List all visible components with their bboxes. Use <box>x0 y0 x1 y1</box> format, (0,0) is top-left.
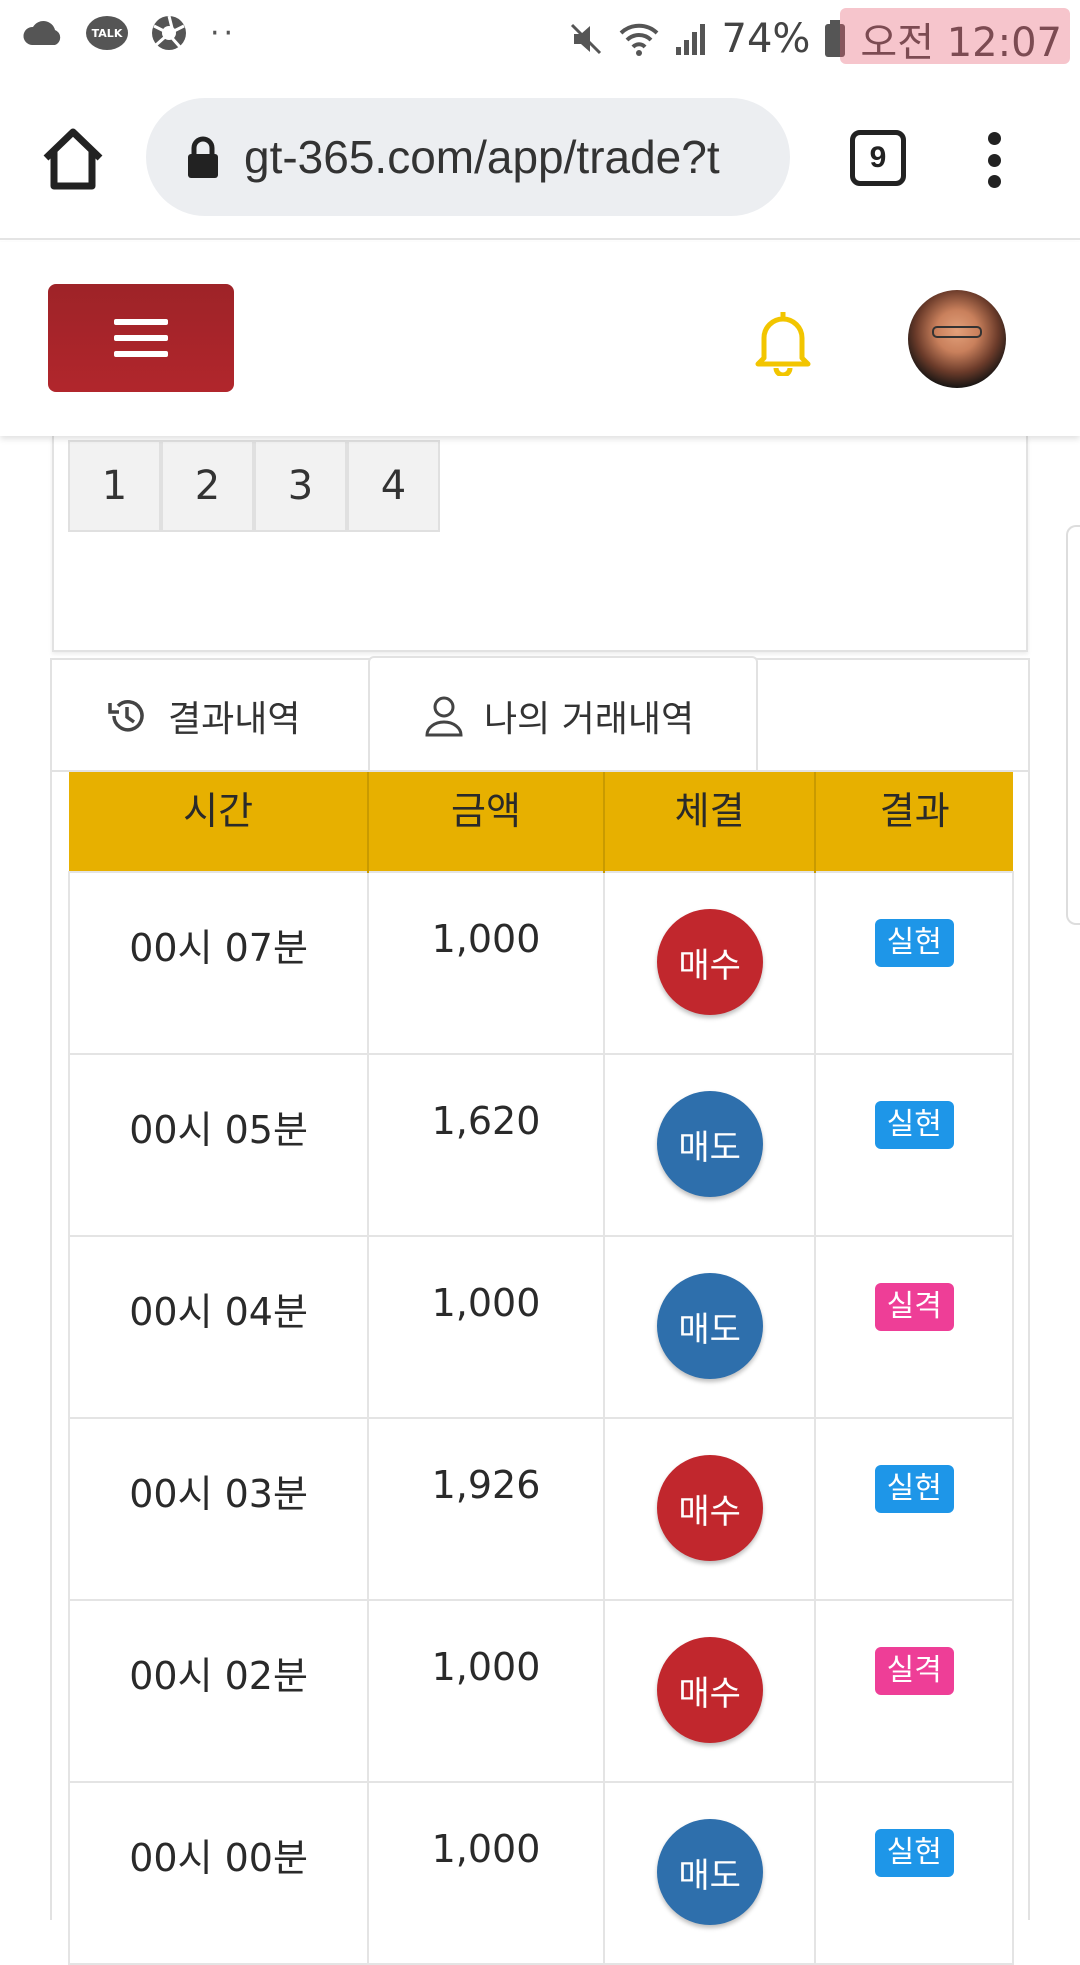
cloud-icon <box>23 21 61 45</box>
table-row: 00시 02분 1,000 매수 실격 <box>67 1599 1014 1783</box>
aperture-icon <box>152 15 186 50</box>
amount-cell: 1,000 <box>367 1599 605 1783</box>
result-cell: 실현 <box>814 871 1014 1055</box>
bell-icon[interactable] <box>752 308 814 376</box>
header-amount: 금액 <box>368 772 605 872</box>
execution-cell: 매수 <box>602 871 817 1055</box>
execution-cell: 매도 <box>602 1235 817 1419</box>
result-badge: 실현 <box>874 1829 954 1877</box>
result-cell: 실격 <box>814 1599 1014 1783</box>
menu-button[interactable] <box>48 284 234 392</box>
time-cell: 00시 00분 <box>67 1781 370 1965</box>
time-cell: 00시 02분 <box>67 1599 370 1783</box>
page-button[interactable]: 3 <box>254 440 347 532</box>
header-result: 결과 <box>815 772 1013 872</box>
result-badge: 실현 <box>874 1101 954 1149</box>
trade-history-table: 시간 금액 체결 결과 00시 07분 1,000 매수 실현 00시 05분 … <box>67 772 1014 1965</box>
wifi-icon <box>619 23 658 56</box>
time-cell: 00시 05분 <box>67 1053 370 1237</box>
buy-badge[interactable]: 매수 <box>656 1455 763 1561</box>
scrollbar[interactable] <box>1066 525 1080 925</box>
time-cell: 00시 03분 <box>67 1417 370 1601</box>
sell-badge[interactable]: 매도 <box>656 1273 763 1379</box>
amount-cell: 1,000 <box>367 1781 605 1965</box>
header-execution: 체결 <box>603 772 817 872</box>
table-row: 00시 04분 1,000 매도 실격 <box>67 1235 1014 1419</box>
result-cell: 실격 <box>814 1235 1014 1419</box>
page-button[interactable]: 4 <box>347 440 440 532</box>
user-icon <box>425 696 463 737</box>
lock-icon[interactable] <box>186 135 220 179</box>
result-badge: 실현 <box>874 1465 954 1513</box>
url-text[interactable]: gt-365.com/app/trade?t <box>244 130 720 184</box>
buy-badge[interactable]: 매수 <box>656 1637 763 1743</box>
result-badge: 실현 <box>874 919 954 967</box>
time-cell: 00시 04분 <box>67 1235 370 1419</box>
more-notifications: ·· <box>210 15 238 51</box>
tab-results[interactable]: 결과내역 <box>52 660 370 772</box>
battery-percent: 74% <box>721 16 811 62</box>
table-row: 00시 07분 1,000 매수 실현 <box>67 871 1014 1055</box>
menu-icon <box>114 319 168 325</box>
table-row: 00시 03분 1,926 매수 실현 <box>67 1417 1014 1601</box>
site-header <box>0 242 1080 436</box>
watermark-overlay <box>840 8 1070 64</box>
execution-cell: 매수 <box>602 1599 817 1783</box>
mute-icon <box>570 23 601 55</box>
page-button[interactable]: 1 <box>68 440 161 532</box>
pagination-card: 1 2 3 4 <box>52 436 1028 652</box>
result-badge: 실격 <box>874 1647 954 1695</box>
result-cell: 실현 <box>814 1417 1014 1601</box>
table-row: 00시 05분 1,620 매도 실현 <box>67 1053 1014 1237</box>
sell-badge[interactable]: 매도 <box>656 1091 763 1197</box>
header-time: 시간 <box>69 772 370 872</box>
buy-badge[interactable]: 매수 <box>656 909 763 1015</box>
more-vert-icon[interactable] <box>984 132 1004 188</box>
result-cell: 실현 <box>814 1053 1014 1237</box>
signal-icon <box>675 24 705 55</box>
execution-cell: 매도 <box>602 1053 817 1237</box>
trade-history-panel: 시간 금액 체결 결과 00시 07분 1,000 매수 실현 00시 05분 … <box>50 770 1030 1965</box>
result-cell: 실현 <box>814 1781 1014 1965</box>
tabs-button[interactable]: 9 <box>850 130 906 186</box>
result-badge: 실격 <box>874 1283 954 1331</box>
table-header-row: 시간 금액 체결 결과 <box>69 772 1013 872</box>
home-icon[interactable] <box>38 124 108 194</box>
history-tabs: 결과내역 나의 거래내역 <box>50 656 1030 774</box>
tab-my-trades-label: 나의 거래내역 <box>484 699 695 740</box>
execution-cell: 매수 <box>602 1417 817 1601</box>
sell-badge[interactable]: 매도 <box>656 1819 763 1925</box>
history-icon <box>108 700 144 732</box>
execution-cell: 매도 <box>602 1781 817 1965</box>
amount-cell: 1,926 <box>367 1417 605 1601</box>
address-bar[interactable]: gt-365.com/app/trade?t <box>146 98 790 216</box>
browser-toolbar: gt-365.com/app/trade?t 9 <box>0 76 1080 240</box>
amount-cell: 1,620 <box>367 1053 605 1237</box>
table-row: 00시 00분 1,000 매도 실현 <box>67 1781 1014 1965</box>
amount-cell: 1,000 <box>367 1235 605 1419</box>
status-bar: TALK ·· 74% 오전 12:07 <box>0 0 1080 76</box>
tab-results-label: 결과내역 <box>168 699 301 740</box>
amount-cell: 1,000 <box>367 871 605 1055</box>
pagination: 1 2 3 4 <box>68 440 440 532</box>
kakaotalk-icon: TALK <box>86 16 128 50</box>
time-cell: 00시 07분 <box>67 871 370 1055</box>
tab-my-trades[interactable]: 나의 거래내역 <box>368 656 758 774</box>
page-button[interactable]: 2 <box>161 440 254 532</box>
avatar[interactable] <box>908 290 1006 388</box>
